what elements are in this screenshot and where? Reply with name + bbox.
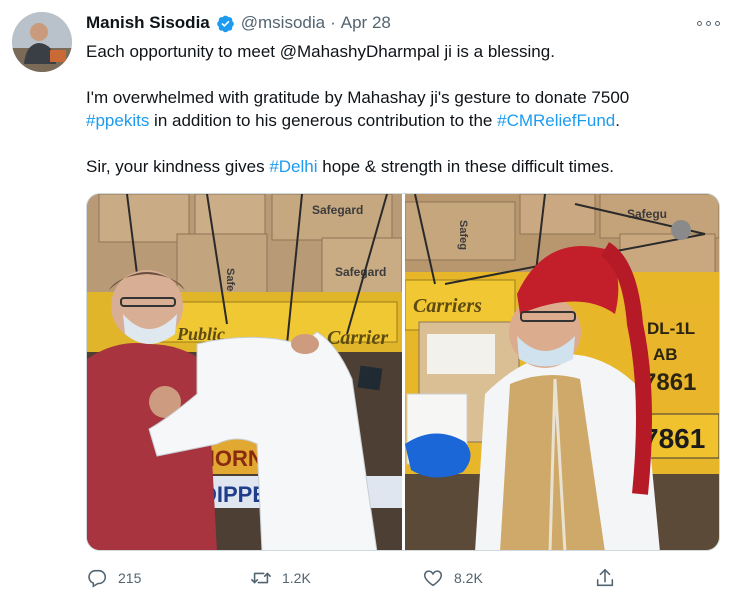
like-button[interactable]: 8.2K xyxy=(422,566,483,590)
box-label: Safegu xyxy=(627,207,667,221)
tweet-date[interactable]: Apr 28 xyxy=(341,13,391,33)
tweet-text-segment: I'm overwhelmed with gratitude by Mahash… xyxy=(86,88,630,107)
reply-icon xyxy=(88,569,107,588)
tweet-actions: 215 1.2K 8.2K xyxy=(86,566,626,590)
photo-right[interactable]: Safeg Safegu Carriers DL-1L AB 7861 7861 xyxy=(405,194,719,550)
box-label: Safegard xyxy=(312,203,363,217)
tweet-paragraph-3: Sir, your kindness gives #Delhi hope & s… xyxy=(86,155,706,178)
avatar-image xyxy=(12,12,72,72)
author-handle[interactable]: @msisodia xyxy=(241,13,325,33)
tweet-text: Each opportunity to meet @MahashyDharmpa… xyxy=(86,40,706,178)
hashtag-delhi[interactable]: #Delhi xyxy=(269,157,317,176)
retweet-count: 1.2K xyxy=(282,570,311,586)
separator-dot: · xyxy=(330,13,336,32)
reply-button[interactable]: 215 xyxy=(86,566,141,590)
photo-left-image: Safegard Safegard Safegard Carrier Publi… xyxy=(87,194,402,550)
truck-sign: 7861 xyxy=(643,423,705,454)
tweet-text-segment: hope & strength in these difficult times… xyxy=(317,157,614,176)
share-icon xyxy=(596,568,614,587)
reply-count: 215 xyxy=(118,570,142,586)
tweet-text-segment: Sir, your kindness gives xyxy=(86,157,270,176)
truck-sign: AB xyxy=(653,345,678,364)
retweet-icon xyxy=(251,572,271,584)
box-label: Safeg xyxy=(457,220,469,250)
verified-badge-icon xyxy=(216,15,234,32)
truck-sign: Carriers xyxy=(413,295,482,317)
photo-right-image: Safeg Safegu Carriers DL-1L AB 7861 7861 xyxy=(405,194,719,550)
photo-left[interactable]: Safegard Safegard Safegard Carrier Publi… xyxy=(87,194,402,550)
heart-icon xyxy=(423,570,443,587)
tweet-paragraph-2: I'm overwhelmed with gratitude by Mahash… xyxy=(86,86,706,132)
hashtag-ppekits[interactable]: #ppekits xyxy=(86,111,149,130)
more-options-icon[interactable] xyxy=(696,14,722,32)
box-label: Safegard xyxy=(335,265,386,279)
tweet-media: Safegard Safegard Safegard Carrier Publi… xyxy=(86,193,720,551)
author-avatar[interactable] xyxy=(12,12,72,72)
tweet-line-1: Each opportunity to meet @MahashyDharmpa… xyxy=(86,42,555,61)
like-count: 8.2K xyxy=(454,570,483,586)
truck-sign: DL-1L xyxy=(647,319,695,338)
tweet-text-segment: . xyxy=(615,111,620,130)
truck-sign: Carrier xyxy=(327,327,388,349)
hashtag-cmrelieffund[interactable]: #CMReliefFund xyxy=(497,111,615,130)
tweet-text-segment: in addition to his generous contribution… xyxy=(149,111,498,130)
tweet-header: Manish Sisodia @msisodia · Apr 28 xyxy=(86,12,391,34)
retweet-button[interactable]: 1.2K xyxy=(250,566,311,590)
share-button[interactable] xyxy=(594,566,626,590)
author-name[interactable]: Manish Sisodia xyxy=(86,13,210,33)
